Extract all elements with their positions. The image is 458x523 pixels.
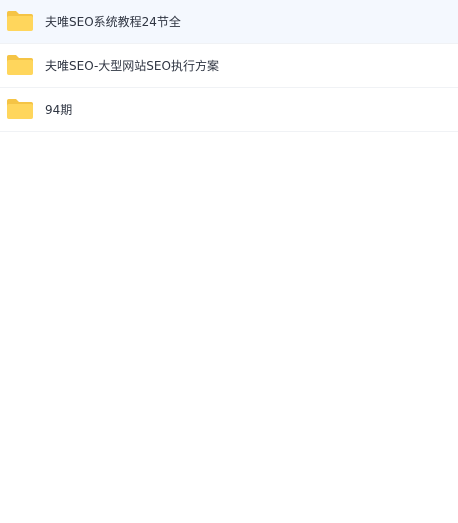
folder-icon xyxy=(6,54,34,76)
folder-row[interactable]: 夫唯SEO-大型网站SEO执行方案 xyxy=(0,44,458,88)
folder-name[interactable]: 夫唯SEO-大型网站SEO执行方案 xyxy=(45,44,219,88)
folder-name[interactable]: 94期 xyxy=(45,88,72,132)
folder-icon xyxy=(6,10,34,32)
folder-row[interactable]: 94期 xyxy=(0,88,458,132)
file-list: 夫唯SEO系统教程24节全 夫唯SEO-大型网站SEO执行方案 94期 xyxy=(0,0,458,132)
folder-row[interactable]: 夫唯SEO系统教程24节全 xyxy=(0,0,458,44)
folder-icon xyxy=(6,98,34,120)
folder-name[interactable]: 夫唯SEO系统教程24节全 xyxy=(45,0,181,44)
